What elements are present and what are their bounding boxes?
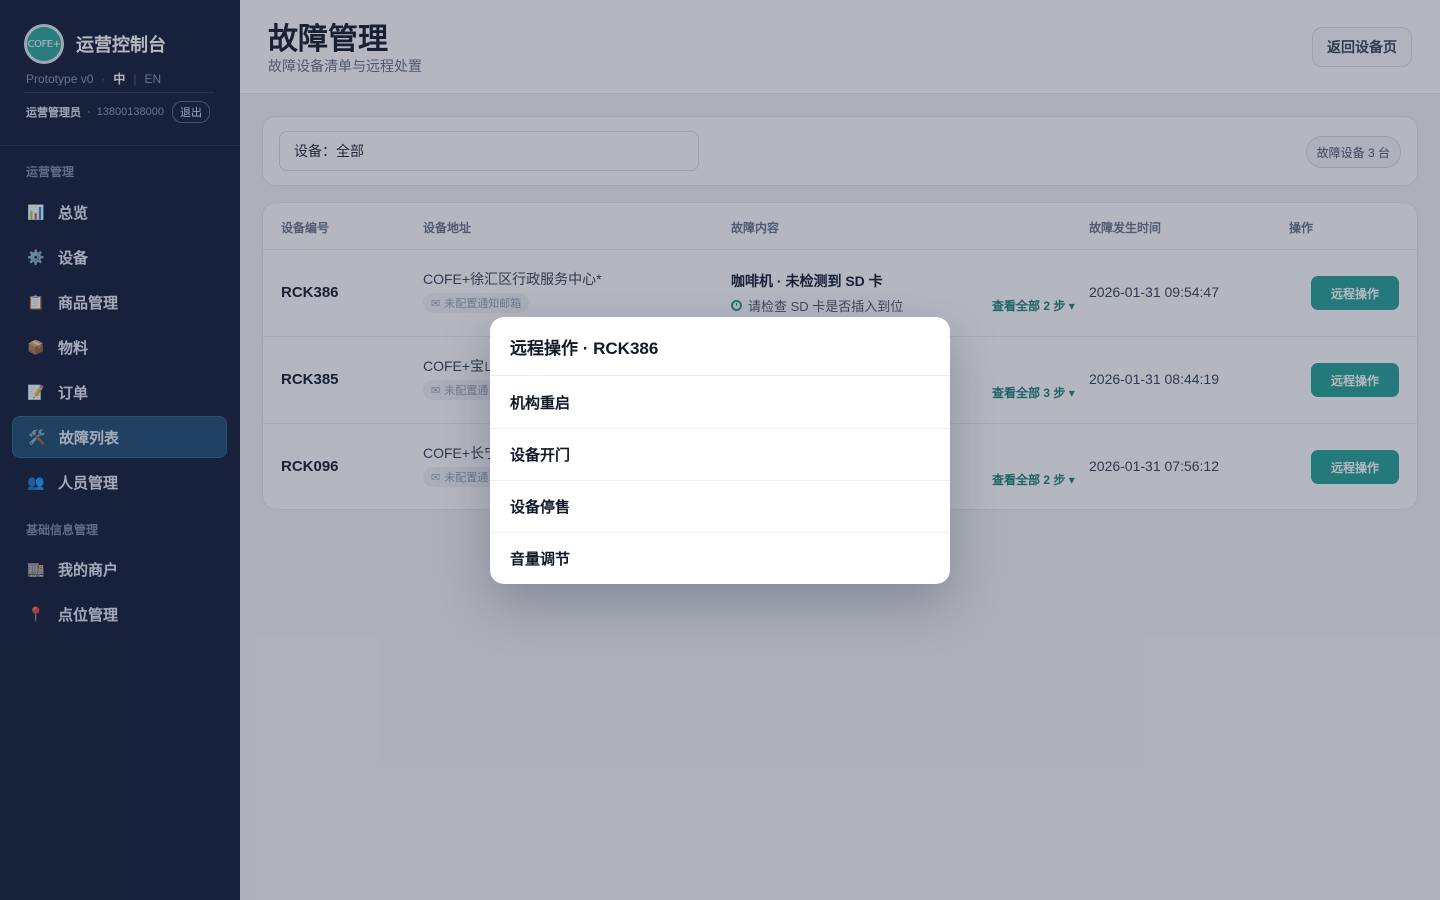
action-volume-adjust[interactable]: 音量调节 — [490, 532, 950, 584]
action-stop-sales[interactable]: 设备停售 — [490, 480, 950, 532]
modal-title: 远程操作 · RCK386 — [510, 339, 659, 358]
action-open-door[interactable]: 设备开门 — [490, 428, 950, 480]
action-reboot-mechanism[interactable]: 机构重启 — [490, 376, 950, 428]
remote-action-modal: 远程操作 · RCK386 机构重启 设备开门 设备停售 音量调节 — [490, 317, 950, 584]
